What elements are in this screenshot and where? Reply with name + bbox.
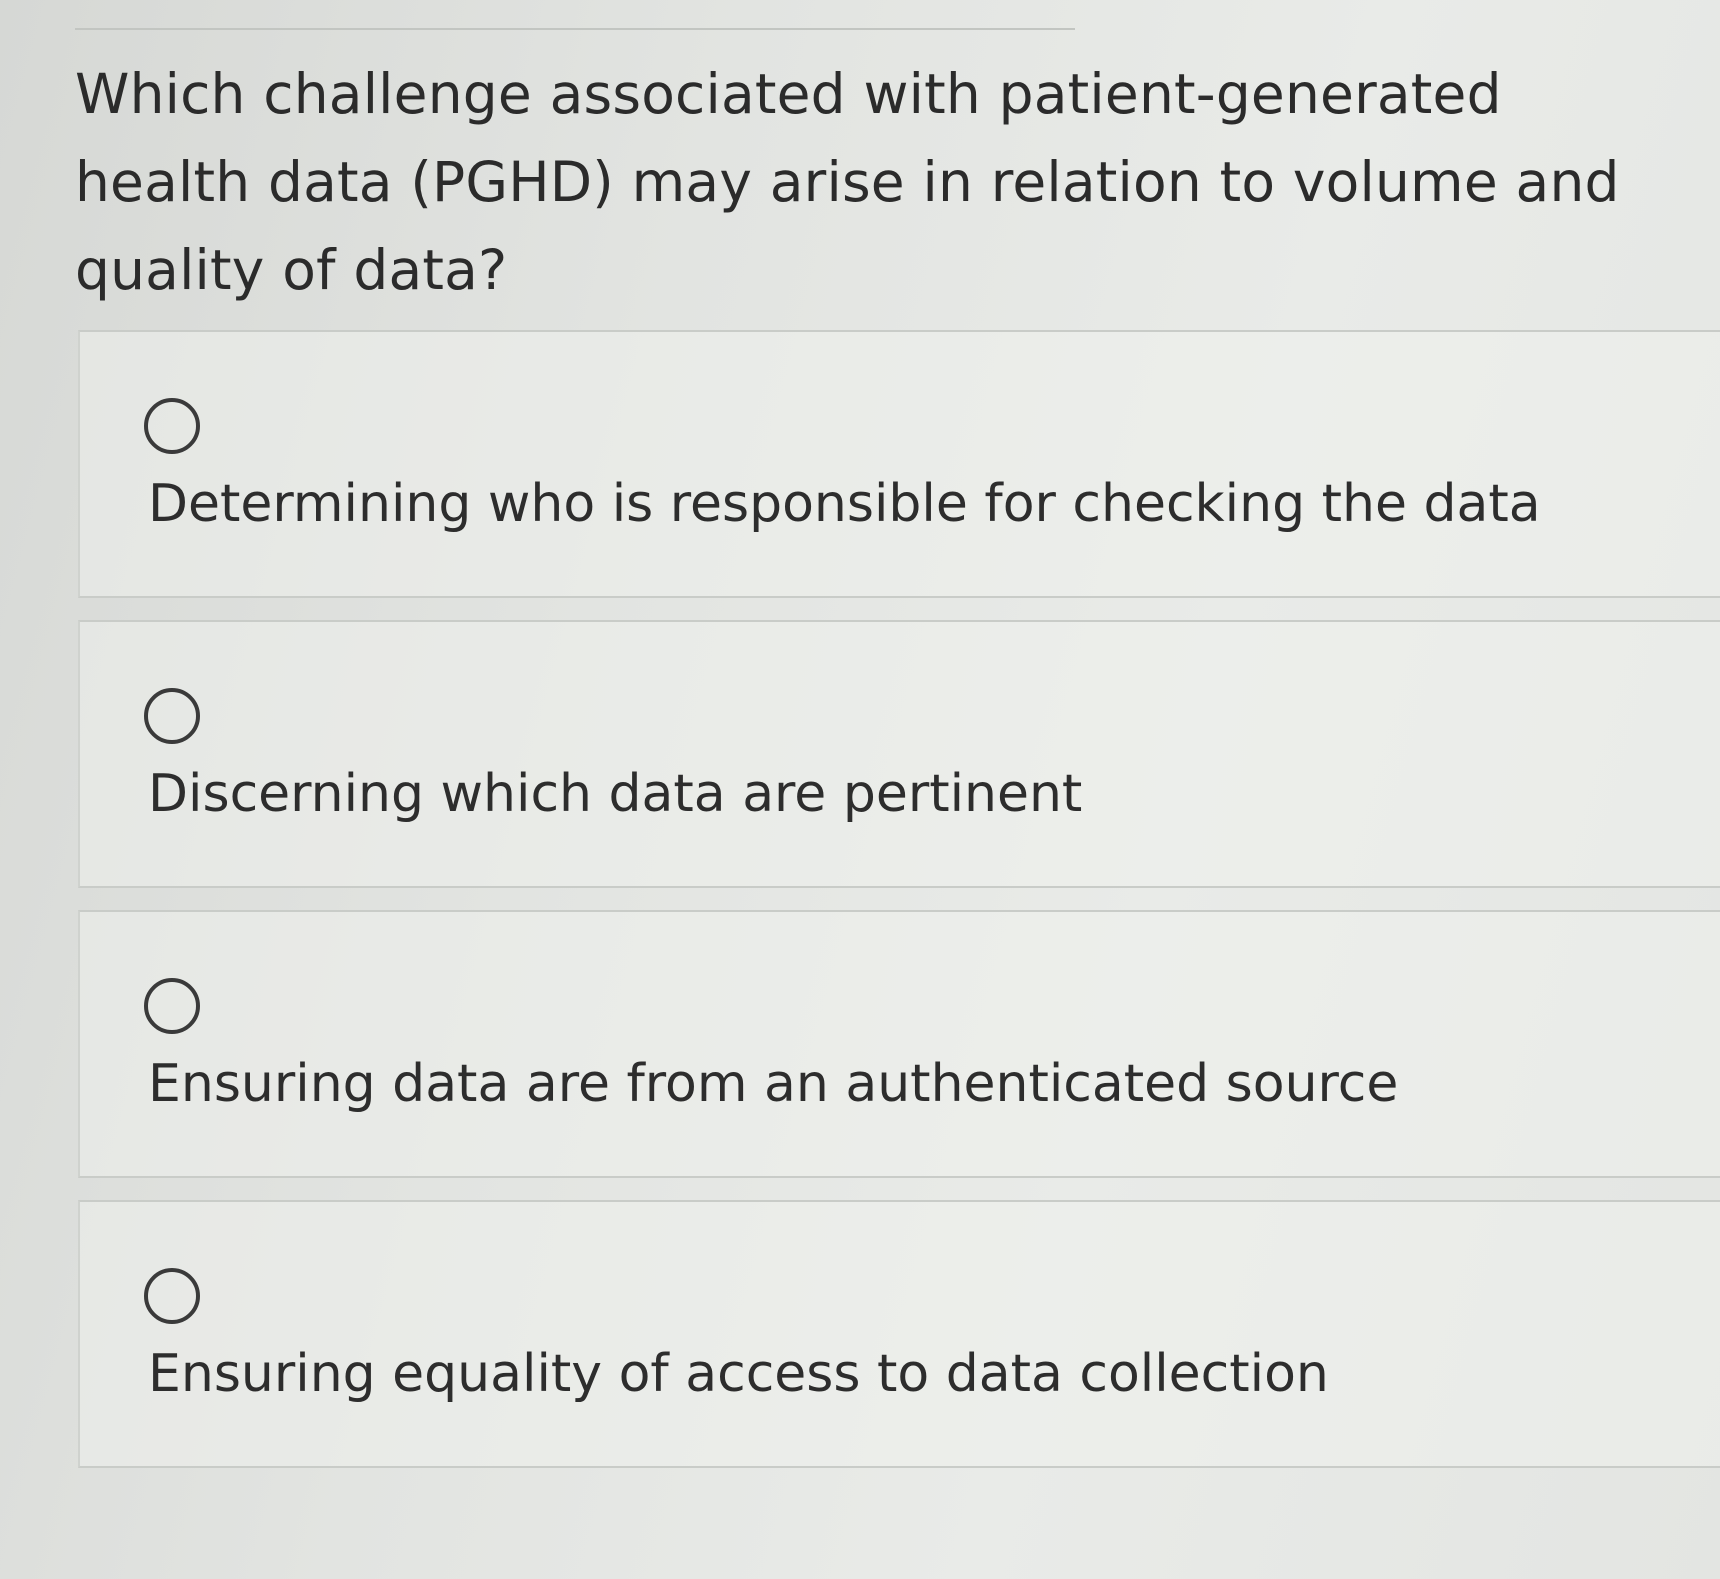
radio-button-icon[interactable] bbox=[144, 1268, 200, 1324]
answer-option-label: Determining who is responsible for check… bbox=[148, 474, 1541, 534]
answer-option-label: Discerning which data are pertinent bbox=[148, 764, 1083, 824]
answer-option-2[interactable]: Discerning which data are pertinent bbox=[78, 620, 1720, 888]
answer-option-3[interactable]: Ensuring data are from an authenticated … bbox=[78, 910, 1720, 1178]
answer-option-label: Ensuring equality of access to data coll… bbox=[148, 1344, 1329, 1404]
radio-button-icon[interactable] bbox=[144, 398, 200, 454]
question-text: Which challenge associated with patient-… bbox=[75, 62, 1620, 302]
radio-button-icon[interactable] bbox=[144, 978, 200, 1034]
answer-option-4[interactable]: Ensuring equality of access to data coll… bbox=[78, 1200, 1720, 1468]
answer-options: Determining who is responsible for check… bbox=[78, 330, 1720, 1490]
answer-option-1[interactable]: Determining who is responsible for check… bbox=[78, 330, 1720, 598]
top-divider bbox=[75, 28, 1075, 30]
answer-option-label: Ensuring data are from an authenticated … bbox=[148, 1054, 1399, 1114]
radio-button-icon[interactable] bbox=[144, 688, 200, 744]
